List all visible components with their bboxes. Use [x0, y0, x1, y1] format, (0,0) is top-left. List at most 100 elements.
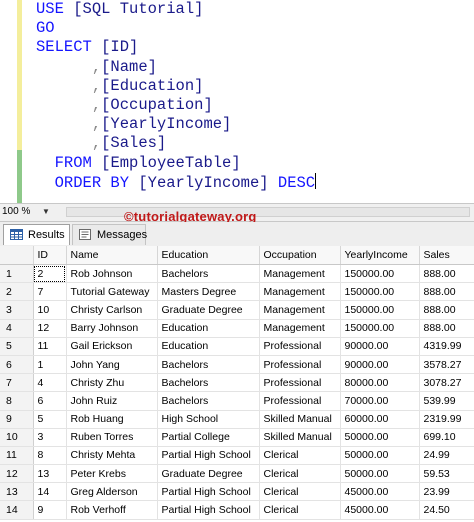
table-row[interactable]: 12 13 Peter Krebs Graduate Degree Clerical 50… — [0, 464, 474, 484]
table-cell[interactable]: Christy Zhu — [66, 373, 158, 393]
row-number[interactable]: 13 — [0, 482, 34, 502]
table-row[interactable]: 14 9 Rob Verhoff Partial High School Clerica… — [0, 500, 474, 520]
table-cell[interactable]: 888.00 — [419, 300, 474, 320]
table-cell[interactable]: John Yang — [66, 355, 158, 375]
table-row[interactable]: 8 6 John Ruiz Bachelors Professional 70000.00… — [0, 391, 474, 411]
row-number[interactable]: 9 — [0, 410, 34, 429]
table-cell[interactable]: Partial High School — [157, 482, 260, 502]
table-row[interactable]: 1 2 Rob Johnson Bachelors Management 150000.0… — [0, 264, 474, 284]
column-header[interactable]: Occupation — [259, 246, 341, 265]
table-cell[interactable]: Professional — [259, 391, 341, 411]
table-cell[interactable]: Education — [157, 337, 260, 356]
table-row[interactable]: 11 8 Christy Mehta Partial High School Cleri… — [0, 446, 474, 466]
table-row[interactable]: 5 11 Gail Erickson Education Professional 900… — [0, 337, 474, 356]
table-cell[interactable]: Bachelors — [157, 264, 260, 284]
tab-messages[interactable]: Messages — [72, 224, 147, 245]
table-cell[interactable]: 3 — [33, 428, 67, 447]
table-cell[interactable]: 4 — [33, 373, 67, 393]
table-cell[interactable]: 2319.99 — [419, 410, 474, 429]
table-cell[interactable]: 150000.00 — [340, 319, 420, 338]
table-cell[interactable]: 888.00 — [419, 264, 474, 284]
table-cell[interactable]: 45000.00 — [340, 500, 420, 520]
table-row[interactable]: 6 1 John Yang Bachelors Professional 90000.00… — [0, 355, 474, 375]
table-cell[interactable]: 23.99 — [419, 482, 474, 502]
table-row[interactable]: 4 12 Barry Johnson Education Management 15000… — [0, 319, 474, 338]
table-cell[interactable]: Skilled Manual — [259, 410, 341, 429]
table-cell[interactable]: Clerical — [259, 446, 341, 466]
row-number-header[interactable] — [0, 246, 34, 265]
table-cell[interactable]: 12 — [33, 319, 67, 338]
table-cell[interactable]: 2 — [33, 264, 67, 284]
table-cell[interactable]: 3078.27 — [419, 373, 474, 393]
row-number[interactable]: 8 — [0, 391, 34, 411]
table-cell[interactable]: Partial High School — [157, 446, 260, 466]
table-cell[interactable]: 90000.00 — [340, 337, 420, 356]
table-cell[interactable]: Christy Mehta — [66, 446, 158, 466]
row-number[interactable]: 11 — [0, 446, 34, 466]
table-cell[interactable]: Professional — [259, 355, 341, 375]
tab-results[interactable]: Results — [3, 224, 70, 245]
table-cell[interactable]: 14 — [33, 482, 67, 502]
table-cell[interactable]: 24.50 — [419, 500, 474, 520]
table-cell[interactable]: 5 — [33, 410, 67, 429]
table-cell[interactable]: Rob Verhoff — [66, 500, 158, 520]
table-cell[interactable]: Professional — [259, 373, 341, 393]
column-header[interactable]: Sales — [419, 246, 474, 265]
table-cell[interactable]: 6 — [33, 391, 67, 411]
row-number[interactable]: 10 — [0, 428, 34, 447]
column-header[interactable]: ID — [33, 246, 67, 265]
table-cell[interactable]: Management — [259, 264, 341, 284]
row-number[interactable]: 5 — [0, 337, 34, 356]
table-row[interactable]: 13 14 Greg Alderson Partial High School Cler… — [0, 482, 474, 502]
table-cell[interactable]: Bachelors — [157, 391, 260, 411]
table-cell[interactable]: Graduate Degree — [157, 464, 260, 484]
table-cell[interactable]: 50000.00 — [340, 428, 420, 447]
sql-editor[interactable]: USE [SQL Tutorial] GO SELECT [ID] ,[Name… — [0, 0, 474, 203]
table-cell[interactable]: Tutorial Gateway — [66, 282, 158, 302]
table-cell[interactable]: Partial High School — [157, 500, 260, 520]
table-cell[interactable]: 59.53 — [419, 464, 474, 484]
table-cell[interactable]: High School — [157, 410, 260, 429]
table-cell[interactable]: Bachelors — [157, 373, 260, 393]
column-header[interactable]: Name — [66, 246, 158, 265]
table-cell[interactable]: 80000.00 — [340, 373, 420, 393]
table-cell[interactable]: Bachelors — [157, 355, 260, 375]
table-cell[interactable]: Christy Carlson — [66, 300, 158, 320]
table-cell[interactable]: 50000.00 — [340, 464, 420, 484]
table-cell[interactable]: 7 — [33, 282, 67, 302]
query-text[interactable]: USE [SQL Tutorial] GO SELECT [ID] ,[Name… — [36, 0, 317, 193]
table-cell[interactable]: Professional — [259, 337, 341, 356]
table-cell[interactable]: 60000.00 — [340, 410, 420, 429]
table-cell[interactable]: 699.10 — [419, 428, 474, 447]
table-cell[interactable]: Management — [259, 319, 341, 338]
chevron-down-icon[interactable]: ▼ — [40, 206, 52, 218]
table-cell[interactable]: Education — [157, 319, 260, 338]
table-cell[interactable]: 50000.00 — [340, 446, 420, 466]
table-cell[interactable]: Management — [259, 300, 341, 320]
row-number[interactable]: 4 — [0, 319, 34, 338]
table-cell[interactable]: Clerical — [259, 500, 341, 520]
table-cell[interactable]: 13 — [33, 464, 67, 484]
table-cell[interactable]: 150000.00 — [340, 264, 420, 284]
results-grid[interactable]: ID Name Education Occupation YearlyIncom… — [0, 246, 474, 520]
table-row[interactable]: 7 4 Christy Zhu Bachelors Professional 80000.… — [0, 373, 474, 393]
table-cell[interactable]: Clerical — [259, 464, 341, 484]
table-cell[interactable]: 8 — [33, 446, 67, 466]
table-row[interactable]: 3 10 Christy Carlson Graduate Degree Managem… — [0, 300, 474, 320]
table-cell[interactable]: 45000.00 — [340, 482, 420, 502]
zoom-level[interactable]: 100 % — [2, 205, 30, 219]
column-header[interactable]: YearlyIncome — [340, 246, 420, 265]
row-number[interactable]: 2 — [0, 282, 34, 302]
table-cell[interactable]: John Ruiz — [66, 391, 158, 411]
table-cell[interactable]: Barry Johnson — [66, 319, 158, 338]
table-row[interactable]: 10 3 Ruben Torres Partial College Skilled Ma… — [0, 428, 474, 447]
table-cell[interactable]: 150000.00 — [340, 282, 420, 302]
table-cell[interactable]: Peter Krebs — [66, 464, 158, 484]
row-number[interactable]: 14 — [0, 500, 34, 520]
row-number[interactable]: 3 — [0, 300, 34, 320]
table-cell[interactable]: Graduate Degree — [157, 300, 260, 320]
table-cell[interactable]: 24.99 — [419, 446, 474, 466]
table-cell[interactable]: Skilled Manual — [259, 428, 341, 447]
table-cell[interactable]: 150000.00 — [340, 300, 420, 320]
table-row[interactable]: 2 7 Tutorial Gateway Masters Degree Manageme… — [0, 282, 474, 302]
